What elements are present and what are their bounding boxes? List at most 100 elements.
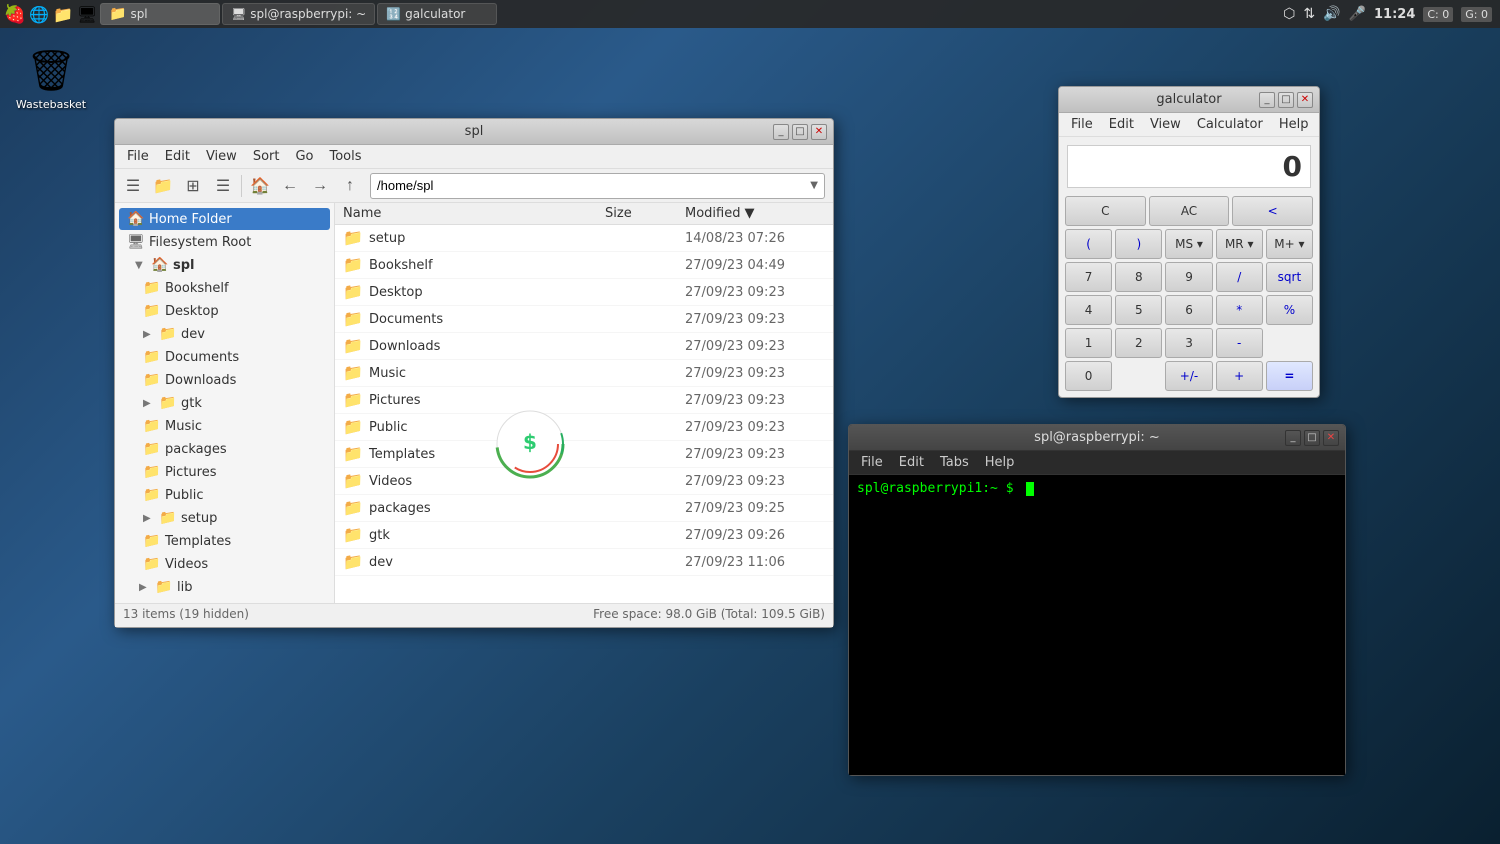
sidebar-item-packages[interactable]: 📁 packages	[135, 438, 330, 460]
table-row[interactable]: 📁 Bookshelf 27/09/23 04:49	[335, 252, 833, 279]
minimize-button[interactable]: _	[773, 124, 789, 140]
calc-btn-minus[interactable]: -	[1216, 328, 1263, 358]
calc-btn-ac[interactable]: AC	[1149, 196, 1230, 226]
terminal-menu-tabs[interactable]: Tabs	[932, 453, 977, 472]
calc-menu-view[interactable]: View	[1142, 115, 1189, 134]
menu-go[interactable]: Go	[287, 147, 321, 166]
table-row[interactable]: 📁 Pictures 27/09/23 09:23	[335, 387, 833, 414]
menu-file[interactable]: File	[119, 147, 157, 166]
calc-btn-sqrt[interactable]: sqrt	[1266, 262, 1313, 292]
browser-icon[interactable]: 🌐	[28, 3, 50, 25]
table-row[interactable]: 📁 gtk 27/09/23 09:26	[335, 522, 833, 549]
sidebar-item-setup[interactable]: ▶ 📁 setup	[135, 507, 330, 529]
col-header-size[interactable]: Size	[605, 206, 685, 221]
calc-btn-0[interactable]: 0	[1065, 361, 1112, 391]
calc-btn-3[interactable]: 3	[1165, 328, 1212, 358]
taskbar-window-terminal[interactable]: 🖥 spl@raspberrypi: ~	[222, 3, 375, 25]
table-row[interactable]: 📁 Music 27/09/23 09:23	[335, 360, 833, 387]
calc-btn-c[interactable]: C	[1065, 196, 1146, 226]
terminal-menu-help[interactable]: Help	[977, 453, 1023, 472]
sidebar-item-documents-tree[interactable]: 📁 Documents	[135, 346, 330, 368]
calc-btn-1[interactable]: 1	[1065, 328, 1112, 358]
calc-btn-6[interactable]: 6	[1165, 295, 1212, 325]
calc-btn-5[interactable]: 5	[1115, 295, 1162, 325]
sidebar-item-spl[interactable]: ▼ 🏠 spl	[119, 254, 330, 276]
calc-btn-backspace[interactable]: <	[1232, 196, 1313, 226]
calc-btn-4[interactable]: 4	[1065, 295, 1112, 325]
sidebar-item-public-tree[interactable]: 📁 Public	[135, 484, 330, 506]
table-row[interactable]: 📁 Videos 27/09/23 09:23	[335, 468, 833, 495]
calc-menu-file[interactable]: File	[1063, 115, 1101, 134]
up-button[interactable]: ↑	[336, 172, 364, 200]
address-bar[interactable]: ▼	[370, 173, 825, 199]
table-row[interactable]: 📁 Downloads 27/09/23 09:23	[335, 333, 833, 360]
taskbar-window-galculator[interactable]: 🔢 galculator	[377, 3, 497, 25]
calc-btn-percent[interactable]: %	[1266, 295, 1313, 325]
maximize-button[interactable]: □	[792, 124, 808, 140]
terminal-menu-file[interactable]: File	[853, 453, 891, 472]
sidebar-item-gtk[interactable]: ▶ 📁 gtk	[135, 392, 330, 414]
wastebasket-icon[interactable]: 🗑 Wastebasket	[16, 42, 86, 115]
sidebar-item-videos-tree[interactable]: 📁 Videos	[135, 553, 330, 575]
sidebar-item-dev[interactable]: ▶ 📁 dev	[135, 323, 330, 345]
sidebar-item-home[interactable]: 🏠 Home Folder	[119, 208, 330, 230]
terminal-minimize[interactable]: _	[1285, 430, 1301, 446]
terminal-menu-edit[interactable]: Edit	[891, 453, 932, 472]
address-input[interactable]	[377, 178, 810, 193]
menu-view[interactable]: View	[198, 147, 245, 166]
home-button[interactable]: 🏠	[246, 172, 274, 200]
calc-btn-8[interactable]: 8	[1115, 262, 1162, 292]
close-button[interactable]: ✕	[811, 124, 827, 140]
sidebar-item-downloads-tree[interactable]: 📁 Downloads	[135, 369, 330, 391]
table-row[interactable]: 📁 dev 27/09/23 11:06	[335, 549, 833, 576]
calc-btn-2[interactable]: 2	[1115, 328, 1162, 358]
menu-edit[interactable]: Edit	[157, 147, 198, 166]
table-row[interactable]: 📁 packages 27/09/23 09:25	[335, 495, 833, 522]
taskbar-window-spl[interactable]: 📁 spl	[100, 3, 220, 25]
calc-menu-calculator[interactable]: Calculator	[1189, 115, 1271, 134]
calc-btn-mplus[interactable]: M+ ▾	[1266, 229, 1313, 259]
terminal-close[interactable]: ✕	[1323, 430, 1339, 446]
calc-close[interactable]: ✕	[1297, 92, 1313, 108]
calc-btn-rparen[interactable]: )	[1115, 229, 1162, 259]
calc-btn-div[interactable]: /	[1216, 262, 1263, 292]
calc-minimize[interactable]: _	[1259, 92, 1275, 108]
calc-btn-ms[interactable]: MS ▾	[1165, 229, 1212, 259]
raspberry-menu-icon[interactable]: 🍓	[4, 3, 26, 25]
table-row[interactable]: 📁 setup 14/08/23 07:26	[335, 225, 833, 252]
calc-menu-help[interactable]: Help	[1271, 115, 1317, 134]
calc-btn-plus[interactable]: +	[1216, 361, 1263, 391]
table-row[interactable]: 📁 Templates 27/09/23 09:23	[335, 441, 833, 468]
calc-btn-mr[interactable]: MR ▾	[1216, 229, 1263, 259]
menu-tools[interactable]: Tools	[322, 147, 370, 166]
show-sidebar-button[interactable]: ☰	[119, 172, 147, 200]
sidebar-item-templates-tree[interactable]: 📁 Templates	[135, 530, 330, 552]
terminal-icon[interactable]: 🖥	[76, 3, 98, 25]
table-row[interactable]: 📁 Desktop 27/09/23 09:23	[335, 279, 833, 306]
icon-view-button[interactable]: ⊞	[179, 172, 207, 200]
calc-btn-lparen[interactable]: (	[1065, 229, 1112, 259]
address-dropdown-icon[interactable]: ▼	[810, 180, 818, 191]
table-row[interactable]: 📁 Documents 27/09/23 09:23	[335, 306, 833, 333]
sidebar-item-lib[interactable]: ▶ 📁 lib	[119, 576, 330, 598]
list-view-button[interactable]: ☰	[209, 172, 237, 200]
sidebar-item-filesystem[interactable]: 🖥 Filesystem Root	[119, 231, 330, 253]
menu-sort[interactable]: Sort	[245, 147, 288, 166]
back-button[interactable]: ←	[276, 172, 304, 200]
col-header-modified[interactable]: Modified ▼	[685, 206, 825, 221]
calc-btn-9[interactable]: 9	[1165, 262, 1212, 292]
sidebar-item-music-tree[interactable]: 📁 Music	[135, 415, 330, 437]
calc-btn-7[interactable]: 7	[1065, 262, 1112, 292]
calc-menu-edit[interactable]: Edit	[1101, 115, 1142, 134]
sidebar-item-desktop-tree[interactable]: 📁 Desktop	[135, 300, 330, 322]
col-header-name[interactable]: Name	[343, 206, 605, 221]
terminal-maximize[interactable]: □	[1304, 430, 1320, 446]
calc-btn-equals[interactable]: =	[1266, 361, 1313, 391]
calc-maximize[interactable]: □	[1278, 92, 1294, 108]
sidebar-item-bookshelf[interactable]: 📁 Bookshelf	[135, 277, 330, 299]
sidebar-item-pictures-tree[interactable]: 📁 Pictures	[135, 461, 330, 483]
terminal-body[interactable]: spl@raspberrypi1:~ $	[849, 475, 1345, 775]
calc-btn-mul[interactable]: *	[1216, 295, 1263, 325]
calc-btn-negate[interactable]: +/-	[1165, 361, 1212, 391]
filemanager-icon[interactable]: 📁	[52, 3, 74, 25]
